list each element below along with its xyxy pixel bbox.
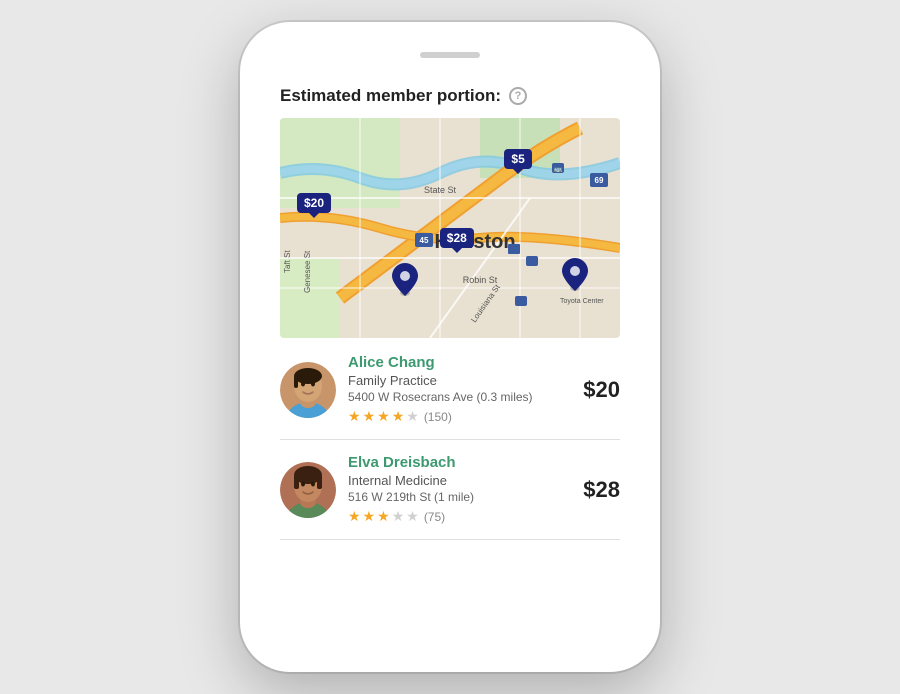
star-5: ★	[406, 408, 419, 425]
doctor-address-alice: 5400 W Rosecrans Ave (0.3 miles)	[348, 390, 571, 404]
page-title: Estimated member portion:	[280, 86, 501, 106]
svg-text:Robin St: Robin St	[463, 275, 498, 285]
doctor-address-elva: 516 W 219th St (1 mile)	[348, 490, 571, 504]
doctor-avatar-alice	[280, 362, 336, 418]
phone-frame: Estimated member portion: ?	[240, 22, 660, 672]
doctors-list: Alice Chang Family Practice 5400 W Rosec…	[280, 340, 620, 642]
svg-text:Taft St: Taft St	[283, 250, 292, 273]
doctor-price-elva: $28	[583, 477, 620, 503]
star-e2: ★	[363, 508, 376, 525]
svg-text:69: 69	[595, 176, 604, 185]
review-count-alice: (150)	[424, 410, 452, 424]
svg-text:Toyota Center: Toyota Center	[560, 298, 604, 305]
star-e5: ★	[406, 508, 419, 525]
price-pin-5[interactable]: $5	[504, 149, 531, 169]
star-e3: ★	[377, 508, 390, 525]
doctor-info-alice: Alice Chang Family Practice 5400 W Rosec…	[348, 354, 571, 425]
review-count-elva: (75)	[424, 510, 445, 524]
star-1: ★	[348, 408, 361, 425]
svg-text:Genesee St: Genesee St	[303, 250, 312, 293]
doctor-info-elva: Elva Dreisbach Internal Medicine 516 W 2…	[348, 454, 571, 525]
doctor-avatar-elva	[280, 462, 336, 518]
stars-elva: ★ ★ ★ ★ ★ (75)	[348, 508, 571, 525]
doctor-specialty-alice: Family Practice	[348, 373, 571, 388]
price-pin-20[interactable]: $20	[297, 193, 331, 213]
doctor-specialty-elva: Internal Medicine	[348, 473, 571, 488]
star-e1: ★	[348, 508, 361, 525]
svg-text:State St: State St	[424, 185, 457, 195]
price-pin-28[interactable]: $28	[440, 228, 474, 248]
phone-speaker	[420, 52, 480, 58]
stars-alice: ★ ★ ★ ★ ★ (150)	[348, 408, 571, 425]
doctor-card-alice[interactable]: Alice Chang Family Practice 5400 W Rosec…	[280, 340, 620, 440]
doctor-price-alice: $20	[583, 377, 620, 403]
doctor-name-elva: Elva Dreisbach	[348, 454, 571, 471]
svg-text:🚌: 🚌	[554, 166, 563, 173]
star-2: ★	[363, 408, 376, 425]
header-section: Estimated member portion: ?	[280, 76, 620, 118]
svg-text:45: 45	[420, 236, 429, 245]
star-3: ★	[377, 408, 390, 425]
info-icon[interactable]: ?	[509, 87, 527, 105]
doctor-card-elva[interactable]: Elva Dreisbach Internal Medicine 516 W 2…	[280, 440, 620, 540]
star-e4: ★	[392, 508, 405, 525]
doctor-name-alice: Alice Chang	[348, 354, 571, 371]
phone-content: Estimated member portion: ?	[280, 76, 620, 642]
map-container[interactable]: State St Robin St Taft St Genesee St Lou…	[280, 118, 620, 338]
star-4: ★	[392, 408, 405, 425]
